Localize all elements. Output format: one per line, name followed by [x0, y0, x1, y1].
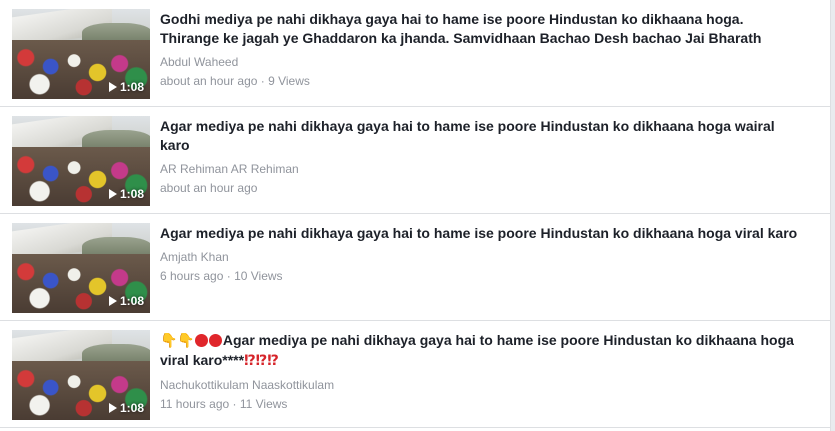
video-thumbnail[interactable]: 1:08	[12, 9, 150, 99]
video-time[interactable]: about an hour ago	[160, 181, 257, 195]
video-author[interactable]: AR Rehiman AR Rehiman	[160, 160, 800, 178]
play-icon	[108, 296, 117, 306]
video-meta: 11 hours ago · 11 Views	[160, 395, 800, 413]
red-circle-icon	[194, 334, 208, 347]
video-thumbnail[interactable]: 1:08	[12, 330, 150, 420]
meta-separator: ·	[229, 397, 240, 411]
video-duration: 1:08	[119, 80, 144, 94]
video-views: 9 Views	[268, 74, 310, 88]
video-title[interactable]: 👇👇 Agar mediya pe nahi dikhaya gaya hai t…	[160, 331, 800, 371]
video-thumbnail[interactable]: 1:08	[12, 116, 150, 206]
play-icon	[108, 403, 117, 413]
video-time[interactable]: 6 hours ago	[160, 269, 223, 283]
video-title[interactable]: Godhi mediya pe nahi dikhaya gaya hai to…	[160, 10, 800, 48]
video-title[interactable]: Agar mediya pe nahi dikhaya gaya hai to …	[160, 224, 800, 243]
video-duration-badge: 1:08	[108, 186, 144, 202]
red-circle-icon	[208, 334, 222, 347]
video-duration: 1:08	[119, 401, 144, 415]
video-duration-badge: 1:08	[108, 293, 144, 309]
video-meta: 6 hours ago · 10 Views	[160, 267, 800, 285]
video-duration: 1:08	[119, 187, 144, 201]
video-result-item[interactable]: 1:08 Agar mediya pe nahi dikhaya gaya ha…	[0, 214, 830, 321]
video-author[interactable]: Abdul Waheed	[160, 53, 800, 71]
video-result-item[interactable]: 1:08 Godhi mediya pe nahi dikhaya gaya h…	[0, 0, 830, 107]
video-thumbnail[interactable]: 1:08	[12, 223, 150, 313]
video-views: 10 Views	[234, 269, 283, 283]
video-duration: 1:08	[119, 294, 144, 308]
video-time[interactable]: about an hour ago	[160, 74, 257, 88]
pointing-down-icon: 👇👇	[160, 333, 195, 349]
meta-separator: ·	[257, 74, 269, 88]
video-duration-badge: 1:08	[108, 79, 144, 95]
video-author[interactable]: Amjath Khan	[160, 248, 800, 266]
play-icon	[108, 82, 117, 92]
video-author[interactable]: Nachukottikulam Naaskottikulam	[160, 376, 800, 394]
video-time[interactable]: 11 hours ago	[160, 397, 229, 411]
play-icon	[108, 189, 117, 199]
video-result-item[interactable]: 1:08 👇👇 Agar mediya pe nahi dikhaya gaya …	[0, 321, 830, 428]
video-duration-badge: 1:08	[108, 400, 144, 416]
video-meta: about an hour ago	[160, 179, 800, 197]
interrobang-icon: ⁉⁉⁉	[244, 353, 279, 369]
video-results-list: 1:08 Godhi mediya pe nahi dikhaya gaya h…	[0, 0, 831, 431]
video-views: 11 Views	[239, 397, 288, 411]
video-meta: about an hour ago · 9 Views	[160, 72, 800, 90]
video-title[interactable]: Agar mediya pe nahi dikhaya gaya hai to …	[160, 117, 800, 155]
meta-separator: ·	[223, 269, 235, 283]
video-result-item[interactable]: 1:08 Agar mediya pe nahi dikhaya gaya ha…	[0, 107, 830, 214]
